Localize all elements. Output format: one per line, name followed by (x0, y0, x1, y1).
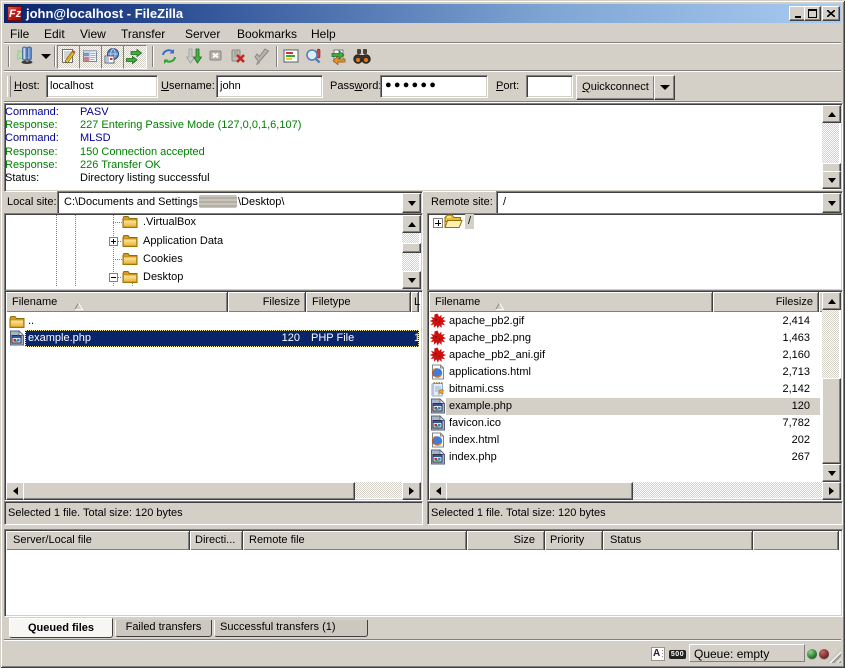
svg-text:Fz: Fz (9, 8, 22, 20)
